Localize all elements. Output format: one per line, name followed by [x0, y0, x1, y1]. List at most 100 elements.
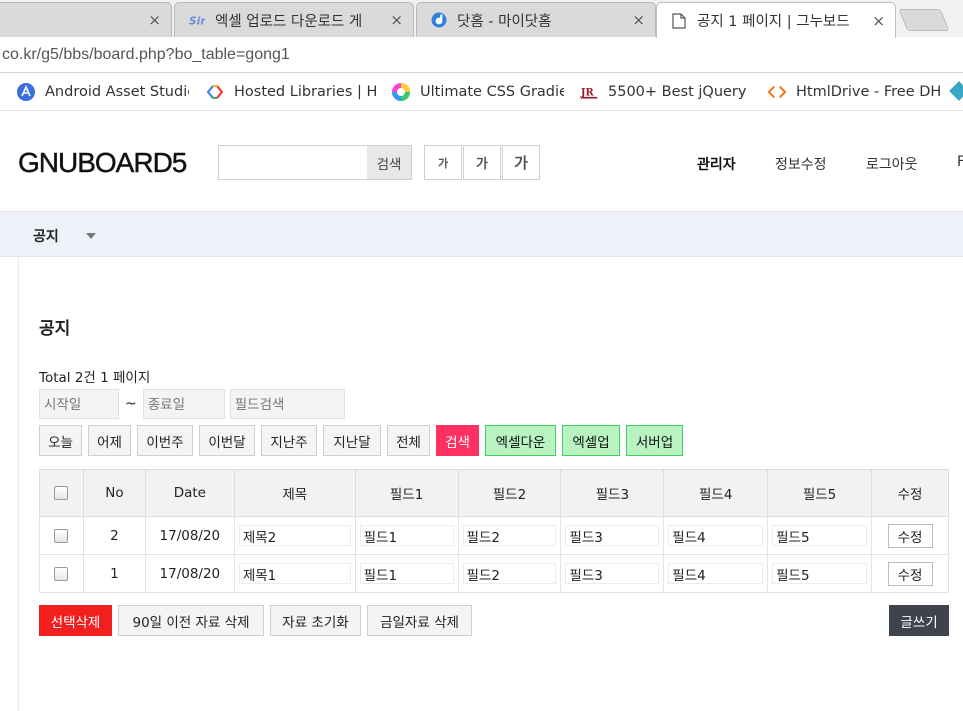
- tab-close-icon[interactable]: ×: [632, 11, 645, 29]
- delete-selected-button[interactable]: 선택삭제: [39, 605, 112, 636]
- svg-text:Sir: Sir: [189, 14, 205, 27]
- browser-tab-1[interactable]: Sir 엑셀 업로드 다운로드 게 ×: [174, 2, 414, 37]
- bookmark-label: Hosted Libraries | H: [234, 84, 376, 100]
- field5-input[interactable]: 필드5: [772, 525, 867, 546]
- board-bottom-actions: 선택삭제 90일 이전 자료 삭제 자료 초기화 금일자료 삭제 글쓰기: [39, 605, 949, 636]
- column-header: 필드5: [767, 469, 872, 517]
- date-filter: ~: [39, 389, 345, 419]
- range-yesterday-button[interactable]: 어제: [88, 425, 131, 456]
- column-header: 필드2: [457, 469, 562, 517]
- android-asset-studio-icon: [17, 83, 35, 101]
- tab-close-icon[interactable]: ×: [390, 11, 403, 29]
- row-date: 17/08/20: [144, 516, 235, 555]
- bookmark-android-asset-studio[interactable]: Android Asset Studio: [17, 82, 189, 102]
- font-large-button[interactable]: 가: [502, 145, 540, 180]
- range-today-button[interactable]: 오늘: [39, 425, 82, 456]
- range-this-week-button[interactable]: 이번주: [137, 425, 193, 456]
- range-all-button[interactable]: 전체: [387, 425, 430, 456]
- address-bar[interactable]: co.kr/g5/bbs/board.php?bo_table=gong1: [0, 37, 963, 73]
- field5-cell: 필드5: [767, 554, 872, 593]
- subject-cell: 제목1: [233, 554, 356, 593]
- field3-input[interactable]: 필드3: [565, 563, 660, 584]
- site-header: GNUBOARD5 검색 가 가 가 관리자 정보수정 로그아웃 F: [0, 112, 963, 211]
- subject-cell: 제목2: [233, 516, 356, 555]
- filter-search-button[interactable]: 검색: [436, 425, 479, 456]
- url-text[interactable]: co.kr/g5/bbs/board.php?bo_table=gong1: [2, 46, 290, 64]
- nav-admin-link[interactable]: 관리자: [697, 154, 736, 174]
- bookmark-overflow-icon[interactable]: [949, 81, 963, 101]
- browser-tab-strip: × Sir 엑셀 업로드 다운로드 게 × 닷홈 - 마이닷홈 × 공지 1 페…: [0, 0, 963, 38]
- field-search-input[interactable]: [229, 389, 345, 419]
- row-edit-button[interactable]: 수정: [887, 561, 933, 586]
- field1-input[interactable]: 필드1: [359, 563, 454, 584]
- row-edit-button[interactable]: 수정: [887, 523, 933, 548]
- bookmark-jquery-plugins[interactable]: JR 5500+ Best jQuery P: [580, 82, 750, 102]
- bookmark-label: 5500+ Best jQuery P: [608, 84, 750, 100]
- color-wheel-icon: [392, 83, 410, 101]
- column-header: 수정: [871, 469, 949, 517]
- nav-edit-profile-link[interactable]: 정보수정: [775, 154, 827, 174]
- field3-input[interactable]: 필드3: [565, 525, 660, 546]
- field3-cell: 필드3: [560, 516, 665, 555]
- field1-input[interactable]: 필드1: [359, 525, 454, 546]
- bookmark-htmldrive[interactable]: HtmlDrive - Free DHT: [768, 82, 940, 102]
- end-date-input[interactable]: [142, 389, 225, 419]
- site-logo[interactable]: GNUBOARD5: [18, 147, 188, 179]
- field3-cell: 필드3: [560, 554, 665, 593]
- select-all-checkbox[interactable]: [54, 486, 69, 500]
- site-search-button[interactable]: 검색: [367, 146, 411, 179]
- bookmark-css-gradient[interactable]: Ultimate CSS Gradient: [392, 82, 564, 102]
- range-this-month-button[interactable]: 이번달: [199, 425, 255, 456]
- edit-cell: 수정: [871, 554, 949, 593]
- row-date: 17/08/20: [144, 554, 235, 593]
- category-item-notice[interactable]: 공지: [33, 226, 59, 246]
- jr-icon: JR: [580, 83, 598, 101]
- caret-down-icon[interactable]: [86, 233, 96, 239]
- subject-input[interactable]: 제목1: [238, 563, 351, 584]
- field4-input[interactable]: 필드4: [668, 563, 764, 584]
- google-diamond-icon: [206, 83, 224, 101]
- font-medium-button[interactable]: 가: [463, 145, 501, 180]
- delete-today-button[interactable]: 금일자료 삭제: [367, 605, 472, 636]
- subject-input[interactable]: 제목2: [238, 525, 351, 546]
- field4-cell: 필드4: [663, 554, 769, 593]
- field2-input[interactable]: 필드2: [462, 525, 557, 546]
- date-range-separator: ~: [125, 396, 137, 412]
- reset-data-button[interactable]: 자료 초기화: [270, 605, 361, 636]
- font-small-button[interactable]: 가: [424, 145, 462, 180]
- field2-cell: 필드2: [457, 516, 562, 555]
- range-last-week-button[interactable]: 지난주: [261, 425, 317, 456]
- start-date-input[interactable]: [39, 389, 119, 419]
- write-post-button[interactable]: 글쓰기: [889, 605, 949, 636]
- field2-input[interactable]: 필드2: [462, 563, 557, 584]
- site-search-input[interactable]: [219, 146, 367, 179]
- new-tab-button[interactable]: [898, 9, 950, 31]
- tab-close-icon[interactable]: ×: [148, 11, 161, 29]
- board-title: 공지: [39, 319, 71, 339]
- nav-more-link[interactable]: F: [957, 154, 963, 170]
- browser-tab-active[interactable]: 공지 1 페이지 | 그누보드 ×: [656, 2, 896, 38]
- column-header: Date: [144, 469, 235, 517]
- row-no: 1: [82, 554, 146, 593]
- tab-title: 닷홈 - 마이닷홈: [457, 13, 552, 30]
- row-checkbox[interactable]: [54, 566, 69, 581]
- svg-text:JR: JR: [580, 87, 594, 98]
- bookmark-hosted-libraries[interactable]: Hosted Libraries | H: [206, 82, 376, 102]
- delete-90days-button[interactable]: 90일 이전 자료 삭제: [118, 605, 264, 636]
- code-brackets-icon: [768, 83, 786, 101]
- field5-input[interactable]: 필드5: [772, 563, 867, 584]
- site-search: 검색: [218, 145, 412, 180]
- table-header-row: No Date 제목 필드1 필드2 필드3 필드4 필드5 수정: [39, 469, 949, 517]
- tab-close-icon[interactable]: ×: [872, 12, 885, 30]
- browser-tab-0[interactable]: ×: [0, 2, 172, 37]
- bookmarks-bar: Android Asset Studio Hosted Libraries | …: [0, 73, 963, 111]
- excel-download-button[interactable]: 엑셀다운: [485, 425, 556, 456]
- excel-upload-button[interactable]: 엑셀업: [562, 425, 620, 456]
- nav-logout-link[interactable]: 로그아웃: [866, 154, 918, 174]
- range-last-month-button[interactable]: 지난달: [323, 425, 381, 456]
- field4-input[interactable]: 필드4: [668, 525, 764, 546]
- field1-cell: 필드1: [354, 516, 459, 555]
- row-checkbox[interactable]: [54, 528, 69, 543]
- browser-tab-2[interactable]: 닷홈 - 마이닷홈 ×: [416, 2, 656, 37]
- server-upload-button[interactable]: 서버업: [626, 425, 683, 456]
